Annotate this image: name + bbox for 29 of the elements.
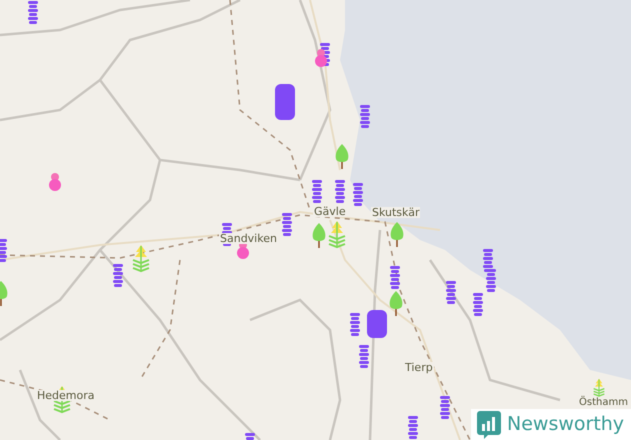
lupine-icon[interactable] bbox=[446, 280, 456, 306]
lupine-icon[interactable] bbox=[28, 0, 38, 26]
lupine-icon[interactable] bbox=[359, 344, 369, 370]
lupine-icon[interactable] bbox=[390, 265, 400, 291]
lupine-icon[interactable] bbox=[350, 312, 360, 338]
lupine-icon[interactable] bbox=[0, 238, 7, 264]
place-label: Skutskär bbox=[371, 207, 420, 218]
lupine-cluster-icon[interactable] bbox=[367, 310, 387, 338]
lupine-icon[interactable] bbox=[335, 179, 345, 205]
lupine-icon[interactable] bbox=[440, 395, 450, 421]
lupine-cluster-icon[interactable] bbox=[275, 84, 295, 120]
lupine-icon[interactable] bbox=[113, 263, 123, 289]
lupine-icon[interactable] bbox=[408, 415, 418, 440]
lupine-icon[interactable] bbox=[473, 292, 483, 318]
place-label: Sandviken bbox=[219, 233, 278, 244]
lupine-icon[interactable] bbox=[282, 212, 292, 238]
tree-icon[interactable] bbox=[388, 290, 404, 316]
logo-text: Newsworthy bbox=[507, 415, 624, 434]
lupine-icon[interactable] bbox=[486, 268, 496, 294]
place-label: Gävle bbox=[313, 206, 347, 217]
blossom-icon[interactable] bbox=[314, 48, 328, 68]
place-label: Östhamm bbox=[578, 398, 629, 408]
place-label: Tierp bbox=[404, 362, 434, 373]
place-label: Hedemora bbox=[36, 390, 96, 401]
lupine-icon[interactable] bbox=[360, 104, 370, 130]
lupine-icon[interactable] bbox=[353, 182, 363, 208]
blossom-icon[interactable] bbox=[48, 172, 62, 192]
tree-icon[interactable] bbox=[389, 221, 405, 247]
lupine-icon[interactable] bbox=[312, 179, 322, 205]
